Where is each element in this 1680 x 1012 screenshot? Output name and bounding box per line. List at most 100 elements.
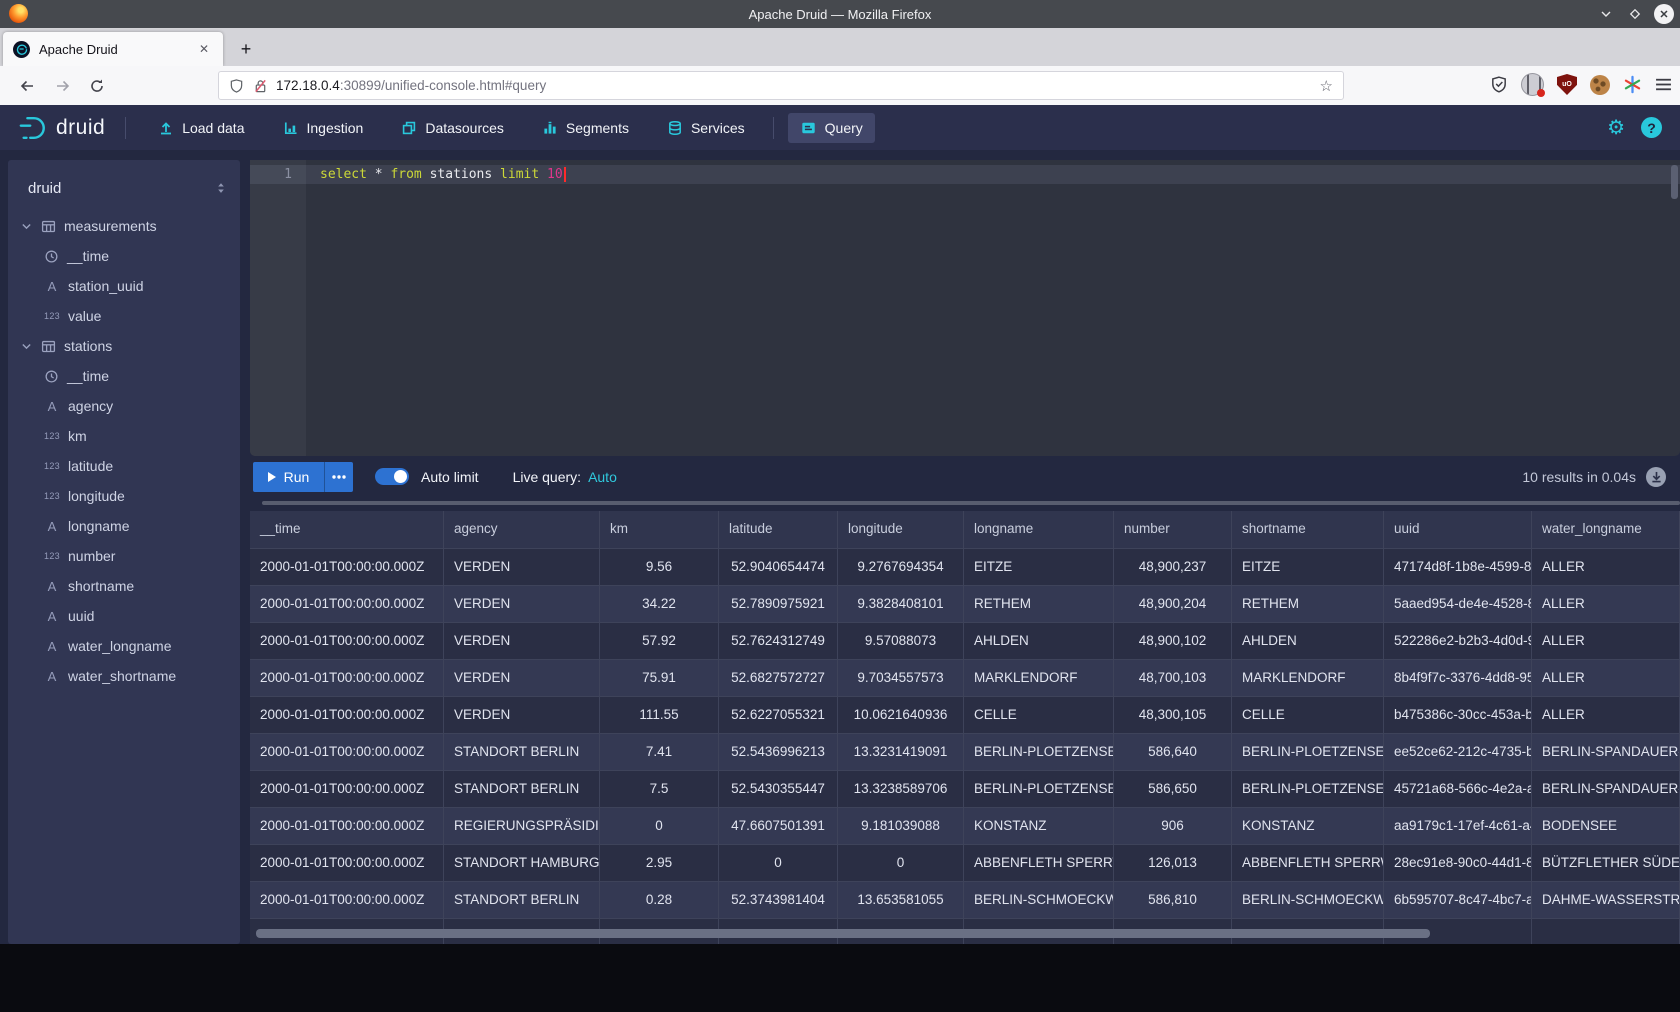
tab-close-icon[interactable]: ✕ bbox=[195, 40, 213, 58]
cell-__time[interactable]: 2000-01-01T00:00:00.000Z bbox=[250, 623, 444, 659]
query-editor[interactable]: 1 select * from stations limit 10 bbox=[250, 160, 1680, 456]
cell-longname[interactable]: CELLE bbox=[964, 697, 1114, 733]
cell-agency[interactable]: VERDEN bbox=[444, 660, 600, 696]
live-query-value[interactable]: Auto bbox=[588, 469, 617, 485]
cell-longname[interactable]: KONSTANZ bbox=[964, 808, 1114, 844]
tree-item-__time[interactable]: __time bbox=[8, 361, 240, 391]
cell-__time[interactable]: 2000-01-01T00:00:00.000Z bbox=[250, 808, 444, 844]
cell-longitude[interactable]: 10.0621640936 bbox=[838, 697, 964, 733]
column-header-longitude[interactable]: longitude bbox=[838, 511, 964, 548]
tree-item-stations[interactable]: stations bbox=[8, 331, 240, 361]
cell-latitude[interactable]: 52.7890975921 bbox=[719, 586, 838, 622]
cell-latitude[interactable]: 52.3743981404 bbox=[719, 882, 838, 918]
cell-water_longname[interactable]: BODENSEE bbox=[1532, 808, 1680, 844]
cell-shortname[interactable]: MARKLENDORF bbox=[1232, 660, 1384, 696]
cell-agency[interactable]: VERDEN bbox=[444, 697, 600, 733]
tree-item-agency[interactable]: Aagency bbox=[8, 391, 240, 421]
cell-longname[interactable]: BERLIN-PLOETZENSEE U bbox=[964, 771, 1114, 807]
column-header-shortname[interactable]: shortname bbox=[1232, 511, 1384, 548]
cell-longname[interactable]: AHLDEN bbox=[964, 623, 1114, 659]
cell-shortname[interactable]: RETHEM bbox=[1232, 586, 1384, 622]
browser-tab[interactable]: Apache Druid ✕ bbox=[3, 32, 223, 66]
tree-item-longname[interactable]: Alongname bbox=[8, 511, 240, 541]
run-button[interactable]: Run bbox=[253, 462, 324, 492]
nav-datasources[interactable]: Datasources bbox=[389, 113, 516, 143]
cell-km[interactable]: 7.5 bbox=[600, 771, 719, 807]
cell-longname[interactable]: ABBENFLETH SPERRWEI bbox=[964, 845, 1114, 881]
column-header-__time[interactable]: __time bbox=[250, 511, 444, 548]
cell-agency[interactable]: STANDORT BERLIN bbox=[444, 882, 600, 918]
colorful-asterisk-extension-icon[interactable] bbox=[1623, 75, 1642, 94]
cell-__time[interactable]: 2000-01-01T00:00:00.000Z bbox=[250, 549, 444, 585]
tree-item-shortname[interactable]: Ashortname bbox=[8, 571, 240, 601]
reload-button[interactable] bbox=[84, 73, 110, 99]
cell-longitude[interactable]: 9.2767694354 bbox=[838, 549, 964, 585]
cell-longitude[interactable]: 9.181039088 bbox=[838, 808, 964, 844]
nav-load-data[interactable]: Load data bbox=[146, 113, 256, 143]
column-header-latitude[interactable]: latitude bbox=[719, 511, 838, 548]
cell-agency[interactable]: VERDEN bbox=[444, 586, 600, 622]
help-icon[interactable]: ? bbox=[1641, 117, 1662, 138]
cell-shortname[interactable]: KONSTANZ bbox=[1232, 808, 1384, 844]
window-maximize-button[interactable] bbox=[1625, 4, 1645, 24]
url-bar[interactable]: 172.18.0.4:30899/unified-console.html#qu… bbox=[218, 71, 1344, 100]
cell-number[interactable]: 48,900,204 bbox=[1114, 586, 1232, 622]
settings-gear-icon[interactable]: ⚙ bbox=[1607, 118, 1625, 138]
cell-water_longname[interactable]: BERLIN-SPANDAUER-S bbox=[1532, 771, 1680, 807]
tree-item-measurements[interactable]: measurements bbox=[8, 211, 240, 241]
insecure-lock-icon[interactable] bbox=[253, 78, 268, 94]
cell-km[interactable]: 7.41 bbox=[600, 734, 719, 770]
cell-__time[interactable]: 2000-01-01T00:00:00.000Z bbox=[250, 586, 444, 622]
cell-agency[interactable]: STANDORT BERLIN bbox=[444, 771, 600, 807]
cell-latitude[interactable]: 52.6227055321 bbox=[719, 697, 838, 733]
multi-account-icon[interactable] bbox=[1521, 73, 1544, 96]
cell-shortname[interactable]: ABBENFLETH SPERRWEI bbox=[1232, 845, 1384, 881]
cell-longitude[interactable]: 9.7034557573 bbox=[838, 660, 964, 696]
cell-agency[interactable]: STANDORT BERLIN bbox=[444, 734, 600, 770]
druid-logo[interactable]: druid bbox=[18, 114, 105, 142]
cell-latitude[interactable]: 52.6827572727 bbox=[719, 660, 838, 696]
cell-km[interactable]: 57.92 bbox=[600, 623, 719, 659]
cell-__time[interactable]: 2000-01-01T00:00:00.000Z bbox=[250, 882, 444, 918]
cell-shortname[interactable]: AHLDEN bbox=[1232, 623, 1384, 659]
cell-shortname[interactable]: BERLIN-PLOETZENSEE U bbox=[1232, 771, 1384, 807]
schema-selector[interactable]: druid bbox=[8, 160, 240, 197]
cell-longitude[interactable]: 13.3238589706 bbox=[838, 771, 964, 807]
column-header-longname[interactable]: longname bbox=[964, 511, 1114, 548]
bookmark-star-icon[interactable]: ☆ bbox=[1320, 77, 1333, 95]
cell-uuid[interactable]: 8b4f9f7c-3376-4dd8-95c bbox=[1384, 660, 1532, 696]
column-header-km[interactable]: km bbox=[600, 511, 719, 548]
shield-icon[interactable] bbox=[229, 78, 244, 94]
cell-uuid[interactable]: 45721a68-566c-4e2a-a6 bbox=[1384, 771, 1532, 807]
cell-shortname[interactable]: BERLIN-PLOETZENSEE C bbox=[1232, 734, 1384, 770]
cell-uuid[interactable]: 28ec91e8-90c0-44d1-8f bbox=[1384, 845, 1532, 881]
query-text[interactable]: select * from stations limit 10 bbox=[320, 167, 566, 182]
nav-segments[interactable]: Segments bbox=[530, 113, 641, 143]
ublock-origin-icon[interactable]: uO bbox=[1557, 74, 1577, 95]
cell-__time[interactable]: 2000-01-01T00:00:00.000Z bbox=[250, 771, 444, 807]
cell-uuid[interactable]: 5aaed954-de4e-4528-8f bbox=[1384, 586, 1532, 622]
cell-longitude[interactable]: 9.57088073 bbox=[838, 623, 964, 659]
cell-shortname[interactable]: CELLE bbox=[1232, 697, 1384, 733]
tree-item-km[interactable]: 123km bbox=[8, 421, 240, 451]
cell-longname[interactable]: RETHEM bbox=[964, 586, 1114, 622]
tree-item-uuid[interactable]: Auuid bbox=[8, 601, 240, 631]
nav-ingestion[interactable]: Ingestion bbox=[271, 113, 376, 143]
forward-button[interactable] bbox=[50, 73, 76, 99]
cell-agency[interactable]: VERDEN bbox=[444, 549, 600, 585]
cell-number[interactable]: 126,013 bbox=[1114, 845, 1232, 881]
tree-item-number[interactable]: 123number bbox=[8, 541, 240, 571]
cell-water_longname[interactable]: BÜTZFLETHER SÜDERE bbox=[1532, 845, 1680, 881]
pane-splitter[interactable] bbox=[262, 501, 1680, 505]
cell-water_longname[interactable]: ALLER bbox=[1532, 697, 1680, 733]
cell-number[interactable]: 906 bbox=[1114, 808, 1232, 844]
cell-km[interactable]: 9.56 bbox=[600, 549, 719, 585]
cell-longname[interactable]: BERLIN-PLOETZENSEE C bbox=[964, 734, 1114, 770]
cell-km[interactable]: 75.91 bbox=[600, 660, 719, 696]
column-header-agency[interactable]: agency bbox=[444, 511, 600, 548]
cell-km[interactable]: 0 bbox=[600, 808, 719, 844]
cell-longname[interactable]: BERLIN-SCHMOECKWITZ bbox=[964, 882, 1114, 918]
cell-latitude[interactable]: 52.9040654474 bbox=[719, 549, 838, 585]
cell-__time[interactable]: 2000-01-01T00:00:00.000Z bbox=[250, 845, 444, 881]
tree-item-water_longname[interactable]: Awater_longname bbox=[8, 631, 240, 661]
